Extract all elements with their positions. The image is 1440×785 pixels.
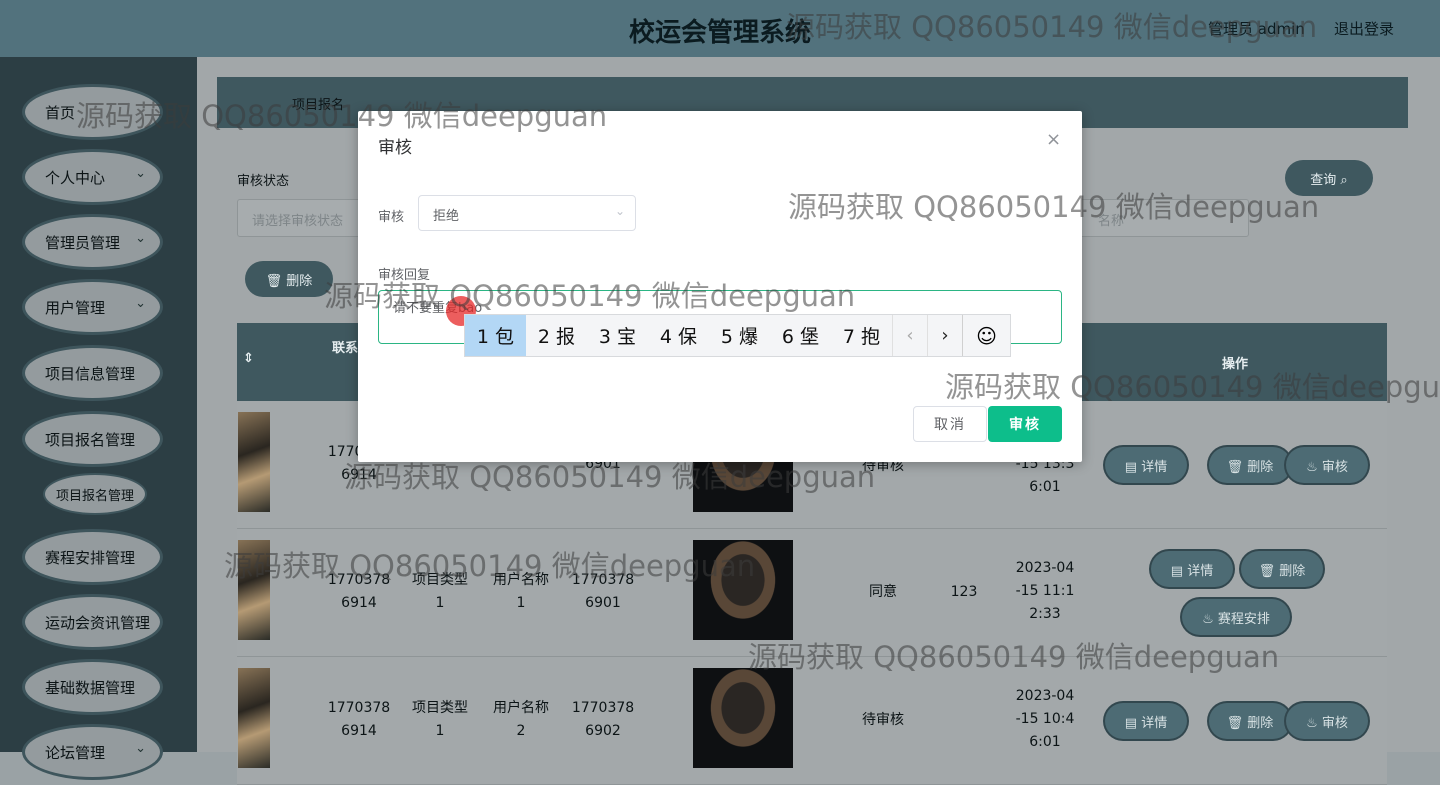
sidebar-item-home[interactable]: 首页 — [25, 87, 160, 137]
batch-delete-button[interactable]: 🗑 删除 — [245, 261, 333, 297]
ime-next-icon[interactable]: › — [927, 315, 962, 356]
audit-dialog: 审核 × 审核 拒绝 ⌄ 审核回复 请不要重复bao 取消 审核 — [358, 111, 1082, 462]
ime-candidate[interactable]: 2 报 — [526, 315, 587, 356]
cell-project-type: 项目类型 1 — [412, 572, 468, 611]
delete-button[interactable]: 🗑 删除 — [1241, 551, 1323, 587]
sidebar: 首页 个人中心 ⌄ 管理员管理 ⌄ 用户管理 ⌄ 项目信息管理 项目报名管理 项目报名… — [0, 57, 197, 777]
schedule-button[interactable]: ♨ 赛程安排 — [1182, 599, 1290, 635]
status-badge: 待审核 — [862, 712, 904, 728]
ime-candidate-bar: 1 包 2 报 3 宝 4 保 5 爆 6 堡 7 抱 ‹ › ☺ — [464, 314, 1011, 357]
ime-candidate[interactable]: 6 堡 — [770, 315, 831, 356]
sidebar-item-label: 论坛管理 — [45, 743, 106, 762]
audit-select-value: 拒绝 — [433, 209, 460, 224]
row-thumbnail — [238, 412, 270, 512]
current-user: 管理员 admin — [1208, 20, 1305, 38]
column-header-contact: 联系 — [332, 341, 359, 356]
detail-button[interactable]: ▤ 详情 — [1105, 703, 1187, 739]
confirm-audit-button[interactable]: 审核 — [988, 406, 1062, 442]
ime-candidate[interactable]: 5 爆 — [709, 315, 770, 356]
top-header: 校运会管理系统 管理员 admin 退出登录 — [0, 0, 1440, 57]
delete-button[interactable]: 🗑 删除 — [1209, 447, 1291, 483]
breadcrumb-label: 项目报名 — [292, 98, 345, 113]
sidebar-item-label: 首页 — [45, 103, 76, 122]
sort-icon[interactable]: ⇕ — [243, 351, 254, 366]
table-row: 1770378 6914 项目类型 1 用户名称 2 1770378 6902 … — [237, 657, 1387, 785]
cell-time: 2023-04 -15 10:4 6:01 — [1015, 688, 1075, 750]
sidebar-item-label: 基础数据管理 — [45, 678, 136, 697]
sidebar-item-label: 项目信息管理 — [45, 364, 136, 383]
logout-link[interactable]: 退出登录 — [1334, 18, 1394, 39]
cancel-button[interactable]: 取消 — [913, 406, 987, 442]
cell-phone-2: 1770378 6901 — [571, 572, 635, 611]
cell-phone: 1770378 6914 — [327, 700, 391, 739]
ime-candidate[interactable]: 1 包 — [465, 315, 526, 356]
sidebar-item-basic-data[interactable]: 基础数据管理 — [25, 662, 160, 712]
chevron-down-icon: ⌄ — [614, 204, 625, 218]
query-button[interactable]: 查询 ⌕ — [1285, 160, 1373, 196]
sidebar-item-users[interactable]: 用户管理 ⌄ — [25, 282, 160, 332]
ime-prev-icon[interactable]: ‹ — [892, 315, 927, 356]
sidebar-item-label: 赛程安排管理 — [45, 548, 136, 567]
emoji-icon[interactable]: ☺ — [962, 315, 1010, 356]
status-select[interactable]: 请选择审核状态 — [237, 199, 367, 237]
cell-reply: 123 — [950, 584, 978, 600]
sidebar-item-admins[interactable]: 管理员管理 ⌄ — [25, 217, 160, 267]
chevron-down-icon: ⌄ — [135, 166, 146, 181]
sidebar-item-label: 管理员管理 — [45, 233, 121, 252]
sidebar-item-label: 运动会资讯管理 — [45, 613, 151, 632]
chevron-down-icon: ⌄ — [135, 741, 146, 756]
reply-label: 审核回复 — [378, 268, 431, 283]
ime-candidate[interactable]: 3 宝 — [587, 315, 648, 356]
chevron-down-icon: ⌄ — [135, 231, 146, 246]
audit-button[interactable]: ♨ 审核 — [1286, 447, 1368, 483]
sidebar-item-forum[interactable]: 论坛管理 ⌄ — [25, 727, 160, 777]
avatar — [693, 540, 793, 640]
table-row: 1770378 6914 项目类型 1 用户名称 1 1770378 6901 … — [237, 529, 1387, 657]
cell-user-name: 用户名称 1 — [493, 572, 549, 611]
audit-label: 审核 — [378, 210, 405, 225]
sidebar-subitem-registration[interactable]: 项目报名管理 — [45, 475, 145, 513]
sidebar-item-label: 项目报名管理 — [45, 430, 136, 449]
cell-user-name: 用户名称 2 — [493, 700, 549, 739]
detail-button[interactable]: ▤ 详情 — [1105, 447, 1187, 483]
chevron-down-icon: ⌄ — [135, 296, 146, 311]
ime-candidate[interactable]: 4 保 — [648, 315, 709, 356]
close-icon[interactable]: × — [1046, 129, 1061, 150]
sidebar-item-label: 个人中心 — [45, 168, 106, 187]
cell-phone-2: 1770378 6902 — [571, 700, 635, 739]
status-badge: 同意 — [869, 584, 897, 600]
audit-select[interactable]: 拒绝 ⌄ — [418, 195, 636, 231]
sidebar-item-label: 用户管理 — [45, 298, 106, 317]
sidebar-item-schedule[interactable]: 赛程安排管理 — [25, 532, 160, 582]
avatar — [693, 668, 793, 768]
sidebar-item-profile[interactable]: 个人中心 ⌄ — [25, 152, 160, 202]
audit-button[interactable]: ♨ 审核 — [1286, 703, 1368, 739]
cell-project-type: 项目类型 1 — [412, 700, 468, 739]
detail-button[interactable]: ▤ 详情 — [1151, 551, 1233, 587]
row-thumbnail — [238, 540, 270, 640]
cell-time: 2023-04 -15 11:1 2:33 — [1015, 560, 1075, 622]
ime-candidate[interactable]: 7 抱 — [831, 315, 892, 356]
name-input[interactable]: 名称 — [1077, 199, 1249, 237]
row-thumbnail — [238, 668, 270, 768]
column-header-ops: 操作 — [1222, 357, 1249, 372]
sidebar-item-project-info[interactable]: 项目信息管理 — [25, 348, 160, 398]
sidebar-item-registration[interactable]: 项目报名管理 — [25, 414, 160, 464]
delete-button[interactable]: 🗑 删除 — [1209, 703, 1291, 739]
cell-phone: 1770378 6914 — [327, 572, 391, 611]
filter-label: 审核状态 — [237, 174, 290, 189]
dialog-title: 审核 — [378, 138, 412, 158]
sidebar-item-news[interactable]: 运动会资讯管理 — [25, 597, 160, 647]
